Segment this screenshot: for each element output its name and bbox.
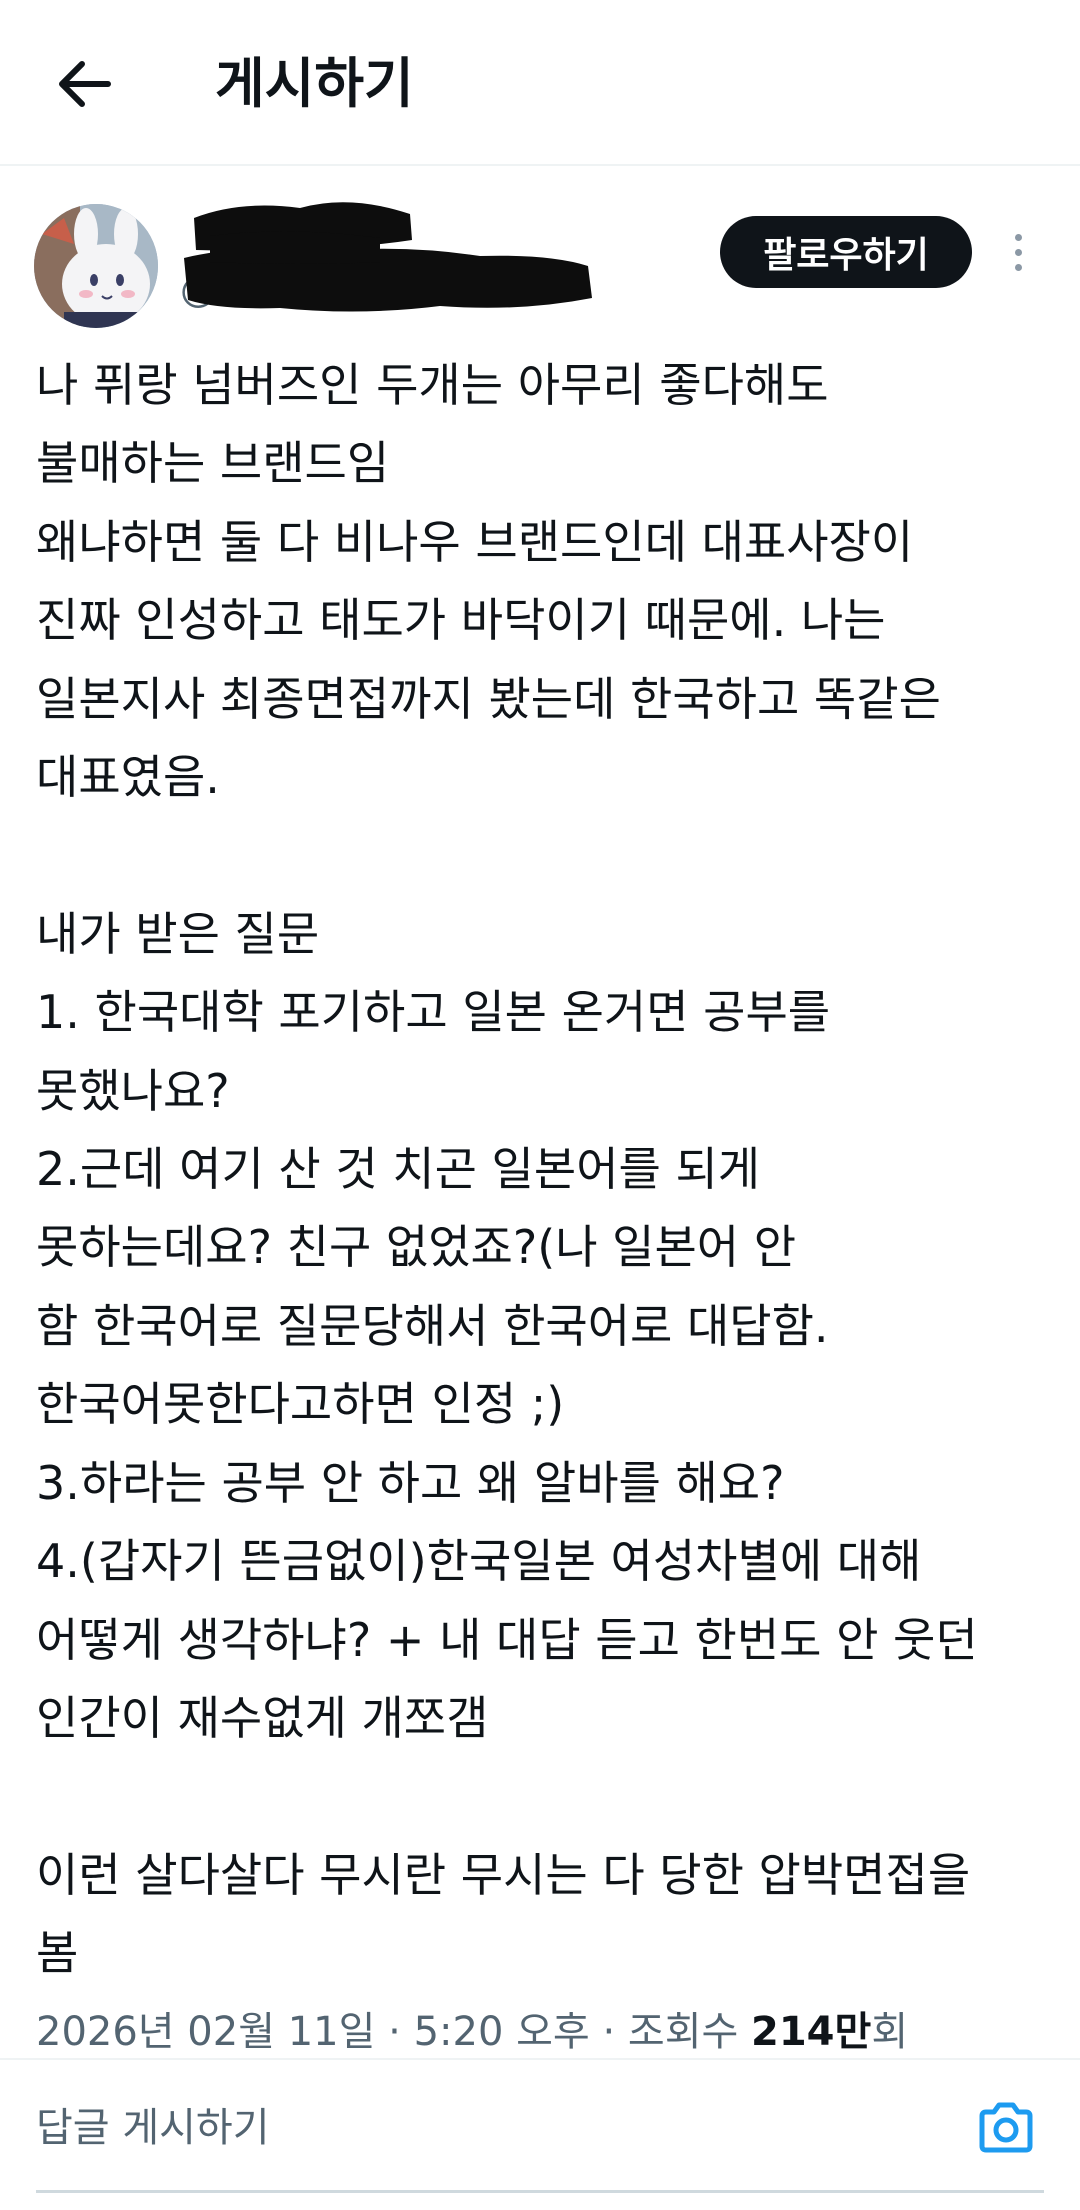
views-count: 214만 <box>751 2009 872 2055</box>
views-label: 조회수 <box>627 2009 739 2055</box>
back-button[interactable] <box>44 44 124 124</box>
reply-input[interactable] <box>36 2096 916 2160</box>
reply-underline <box>36 2190 1044 2193</box>
top-bar: 게시하기 <box>0 0 1080 166</box>
redaction-scribble <box>184 202 592 312</box>
follow-button[interactable]: 팔로우하기 <box>720 216 972 288</box>
more-options-button[interactable] <box>996 222 1040 282</box>
more-vertical-icon-dot <box>1014 233 1022 241</box>
camera-icon <box>979 2102 1033 2153</box>
post-text: 나 퓌랑 넘버즈인 두개는 아무리 좋다해도 불매하는 브랜드임 왜냐하면 둘 … <box>36 358 978 1981</box>
camera-button[interactable] <box>972 2094 1040 2162</box>
views-suffix: 회 <box>871 2009 909 2055</box>
avatar[interactable] <box>34 204 158 328</box>
meta-separator: · <box>602 2009 628 2055</box>
page-title: 게시하기 <box>215 52 414 115</box>
post-time: 5:20 오후 <box>413 2009 590 2055</box>
meta-separator: · <box>388 2009 414 2055</box>
avatar-image <box>34 204 158 328</box>
arrow-left-icon <box>59 61 111 107</box>
more-vertical-icon-dot <box>1014 263 1022 271</box>
reply-composer <box>0 2058 1080 2210</box>
author-info[interactable]: @ <box>180 196 600 316</box>
post-date: 2026년 02월 11일 <box>36 2009 376 2055</box>
more-vertical-icon-dot <box>1014 248 1022 256</box>
post-meta: 2026년 02월 11일 · 5:20 오후 · 조회수 214만회 <box>36 2000 908 2064</box>
